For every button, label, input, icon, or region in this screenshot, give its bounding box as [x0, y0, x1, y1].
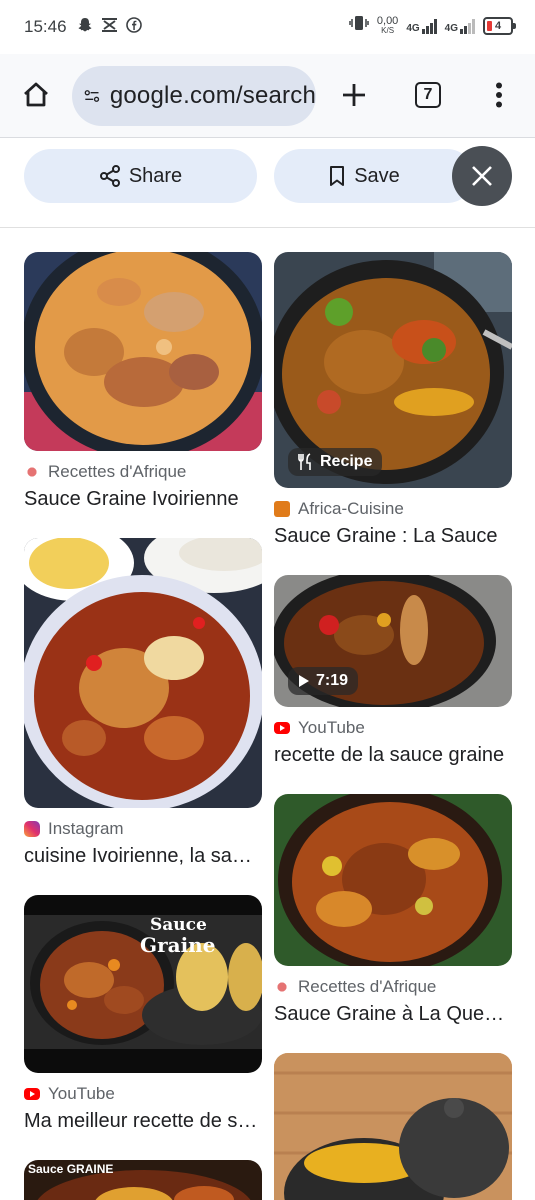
net-speed: 0,00 K/S [376, 14, 399, 35]
result-source: Recettes d'Afrique [24, 461, 262, 483]
result-card[interactable]: Recettes d'Afrique Sauce Graine Ivoirien… [24, 252, 262, 514]
result-title[interactable]: Sauce Graine Ivoirienne [24, 488, 262, 514]
clock: 15:46 [24, 17, 67, 36]
africa-cuisine-icon [274, 501, 290, 517]
url-text: google.com/search [109, 82, 316, 109]
tab-count: 7 [415, 82, 441, 108]
more-vert-icon [496, 82, 502, 108]
site-settings-icon [84, 90, 100, 102]
home-icon [24, 82, 48, 107]
utensils-icon [298, 453, 311, 470]
result-card[interactable]: Recipe Africa-Cuisine Sauce Graine : La … [274, 252, 512, 551]
plus-icon [343, 84, 365, 106]
recettes-afrique-icon [24, 464, 40, 480]
result-title[interactable]: cuisine Ivoirienne, la sauce graine [24, 845, 262, 871]
recipe-badge: Recipe [288, 448, 383, 476]
new-tab-button[interactable] [334, 70, 374, 120]
play-icon [299, 675, 309, 687]
result-title[interactable]: recette de la sauce graine [274, 744, 512, 770]
result-image[interactable]: Sauce GRAINE [24, 1160, 262, 1200]
tab-switcher-button[interactable]: 7 [408, 70, 448, 120]
recettes-afrique-icon [274, 979, 290, 995]
address-bar[interactable]: google.com/search [72, 66, 316, 126]
thumbnail-caption: Sauce GRAINE [28, 1162, 114, 1176]
save-label: Save [354, 164, 400, 187]
action-row: Share Save [0, 138, 535, 228]
share-button[interactable]: Share [24, 149, 257, 203]
x-app-icon [101, 17, 118, 37]
result-card[interactable]: Sauce Graine YouTube Ma meilleur recette… [24, 895, 262, 1136]
instagram-icon [24, 821, 40, 837]
results-column-left: Recettes d'Afrique Sauce Graine Ivoirien… [24, 252, 262, 1200]
result-image[interactable] [24, 252, 262, 451]
status-bar: 15:46 0,00 K/S 4G 4G 4 [0, 0, 535, 54]
result-card[interactable]: 7:19 YouTube recette de la sauce graine [274, 575, 512, 770]
network-label: 4G [444, 22, 458, 34]
result-image[interactable]: Recipe [274, 252, 512, 488]
youtube-icon [24, 1088, 40, 1100]
result-title[interactable]: Sauce Graine à La Queue de Bœuf [274, 1003, 512, 1029]
result-card[interactable]: Sauce GRAINE [24, 1160, 262, 1200]
result-card[interactable]: Instagram cuisine Ivoirienne, la sauce g… [24, 538, 262, 871]
snapchat-icon [77, 17, 93, 38]
result-card[interactable] [274, 1053, 512, 1200]
signal-icon [421, 18, 437, 34]
signal-icon [460, 18, 475, 34]
close-button[interactable] [452, 146, 512, 206]
result-source: Africa-Cuisine [274, 498, 512, 520]
share-icon [99, 165, 120, 187]
save-button[interactable]: Save [274, 149, 474, 203]
result-source: YouTube [24, 1083, 262, 1105]
vibrate-icon [349, 14, 369, 37]
browser-toolbar: google.com/search 7 [0, 54, 535, 138]
share-label: Share [128, 164, 183, 187]
result-image[interactable]: Sauce Graine [24, 895, 262, 1073]
duration-badge: 7:19 [288, 667, 359, 695]
thumbnail-caption: Sauce [150, 915, 207, 935]
network-label: 4G [406, 22, 420, 34]
thumbnail-caption: Graine [140, 933, 216, 957]
menu-button[interactable] [479, 70, 519, 120]
result-image[interactable]: 7:19 [274, 575, 512, 707]
result-source: YouTube [274, 717, 512, 739]
result-card[interactable]: Recettes d'Afrique Sauce Graine à La Que… [274, 794, 512, 1029]
result-image[interactable] [274, 1053, 512, 1200]
close-icon [472, 166, 492, 186]
result-image[interactable] [274, 794, 512, 966]
result-source: Recettes d'Afrique [274, 976, 512, 998]
youtube-icon [274, 722, 290, 734]
result-title[interactable]: Ma meilleur recette de sauce graine [24, 1110, 262, 1136]
facebook-icon [125, 16, 142, 38]
home-button[interactable] [16, 70, 56, 120]
bookmark-icon [330, 166, 345, 186]
results-column-right: Recipe Africa-Cuisine Sauce Graine : La … [274, 252, 512, 1200]
result-image[interactable] [24, 538, 262, 808]
result-title[interactable]: Sauce Graine : La Sauce [274, 525, 512, 551]
result-source: Instagram [24, 818, 262, 840]
battery-icon: 4 [483, 16, 516, 35]
